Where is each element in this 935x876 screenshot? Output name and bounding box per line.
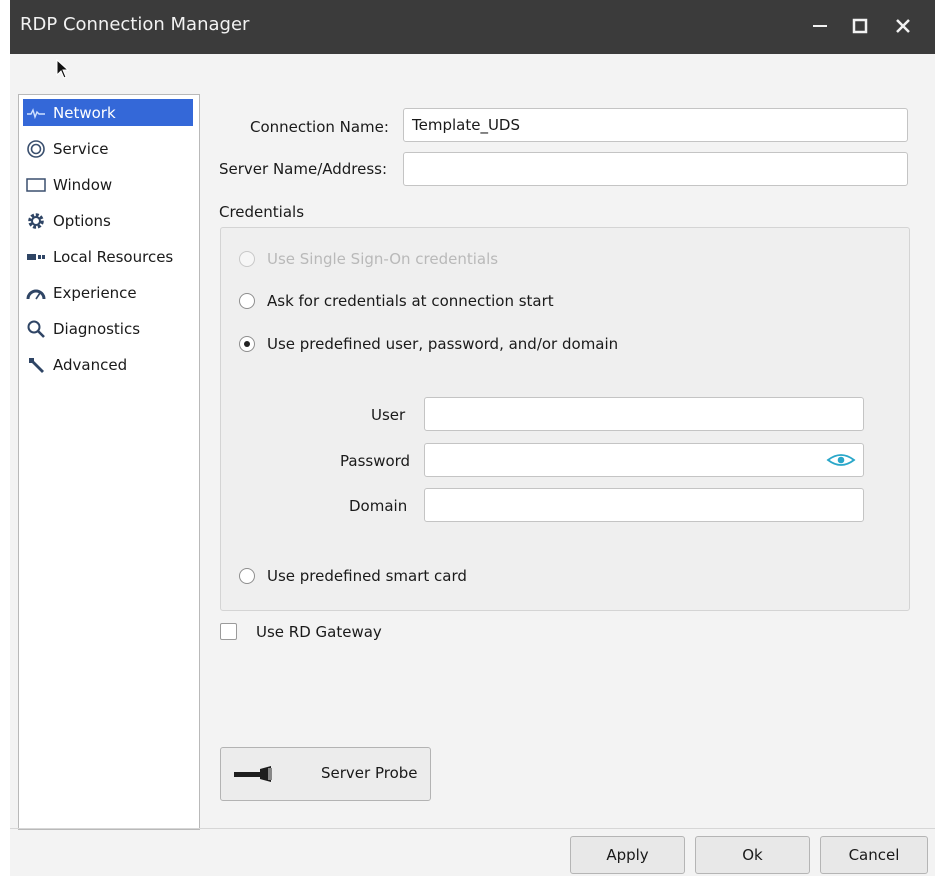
- mouse-cursor-icon: [56, 59, 70, 79]
- wrench-icon: [25, 356, 47, 374]
- rd-gateway-checkbox[interactable]: [220, 623, 237, 640]
- predefined-credentials-radio[interactable]: [239, 336, 255, 352]
- sidebar-item-label: Service: [53, 139, 109, 158]
- sidebar-item-window[interactable]: Window: [23, 171, 193, 198]
- rd-gateway-label: Use RD Gateway: [256, 623, 382, 641]
- sidebar: Network Service Window Options Local Res…: [18, 94, 200, 830]
- search-icon: [25, 320, 47, 338]
- ask-credentials-radio[interactable]: [239, 293, 255, 309]
- user-input[interactable]: [424, 397, 864, 431]
- maximize-button[interactable]: [840, 6, 880, 46]
- minimize-icon: [813, 25, 827, 27]
- show-password-eye-icon[interactable]: [826, 451, 856, 469]
- service-icon: [25, 139, 47, 158]
- cancel-button[interactable]: Cancel: [820, 836, 928, 874]
- window-title: RDP Connection Manager: [20, 14, 250, 35]
- ask-credentials-radio-label: Ask for credentials at connection start: [267, 292, 554, 310]
- connection-name-input[interactable]: Template_UDS: [403, 108, 908, 142]
- sidebar-item-label: Diagnostics: [53, 319, 141, 338]
- maximize-icon: [852, 18, 868, 34]
- smart-card-radio[interactable]: [239, 568, 255, 584]
- sidebar-item-label: Experience: [53, 283, 137, 302]
- sidebar-item-local-resources[interactable]: Local Resources: [23, 243, 193, 270]
- sidebar-item-label: Options: [53, 211, 111, 230]
- close-icon: [896, 19, 910, 33]
- sso-radio-label: Use Single Sign-On credentials: [267, 250, 499, 268]
- sidebar-item-network[interactable]: Network: [23, 99, 193, 126]
- user-label: User: [371, 406, 406, 424]
- sidebar-item-label: Local Resources: [53, 247, 174, 266]
- sidebar-item-label: Window: [53, 175, 113, 194]
- title-bar: RDP Connection Manager: [10, 0, 935, 54]
- credentials-group: Use Single Sign-On credentials Ask for c…: [220, 227, 910, 611]
- sidebar-item-advanced[interactable]: Advanced: [23, 351, 193, 378]
- sso-radio[interactable]: [239, 251, 255, 267]
- domain-input[interactable]: [424, 488, 864, 522]
- password-input[interactable]: [424, 443, 864, 477]
- domain-label: Domain: [349, 497, 408, 515]
- flashlight-icon: [234, 766, 272, 782]
- server-probe-label: Server Probe: [321, 764, 418, 782]
- close-button[interactable]: [883, 6, 923, 46]
- smart-card-radio-label: Use predefined smart card: [267, 567, 467, 585]
- apply-button[interactable]: Apply: [570, 836, 685, 874]
- speedometer-icon: [25, 284, 47, 302]
- window-icon: [25, 176, 47, 194]
- divider: [10, 828, 935, 829]
- sidebar-item-service[interactable]: Service: [23, 135, 193, 162]
- minimize-button[interactable]: [800, 6, 840, 46]
- ok-button[interactable]: Ok: [695, 836, 810, 874]
- sidebar-item-label: Network: [53, 103, 116, 122]
- local-resources-icon: [25, 248, 47, 266]
- server-address-input[interactable]: [403, 152, 908, 186]
- connection-name-label: Connection Name:: [250, 118, 389, 136]
- window-body: Network Service Window Options Local Res…: [10, 54, 935, 876]
- sidebar-item-options[interactable]: Options: [23, 207, 193, 234]
- credentials-heading: Credentials: [219, 203, 305, 221]
- password-label: Password: [340, 452, 411, 470]
- server-probe-button[interactable]: Server Probe: [220, 747, 431, 801]
- sidebar-item-label: Advanced: [53, 355, 128, 374]
- network-icon: [25, 104, 47, 122]
- sidebar-item-experience[interactable]: Experience: [23, 279, 193, 306]
- gear-icon: [25, 212, 47, 230]
- server-address-label: Server Name/Address:: [219, 160, 388, 178]
- sidebar-item-diagnostics[interactable]: Diagnostics: [23, 315, 193, 342]
- predefined-credentials-radio-label: Use predefined user, password, and/or do…: [267, 335, 619, 353]
